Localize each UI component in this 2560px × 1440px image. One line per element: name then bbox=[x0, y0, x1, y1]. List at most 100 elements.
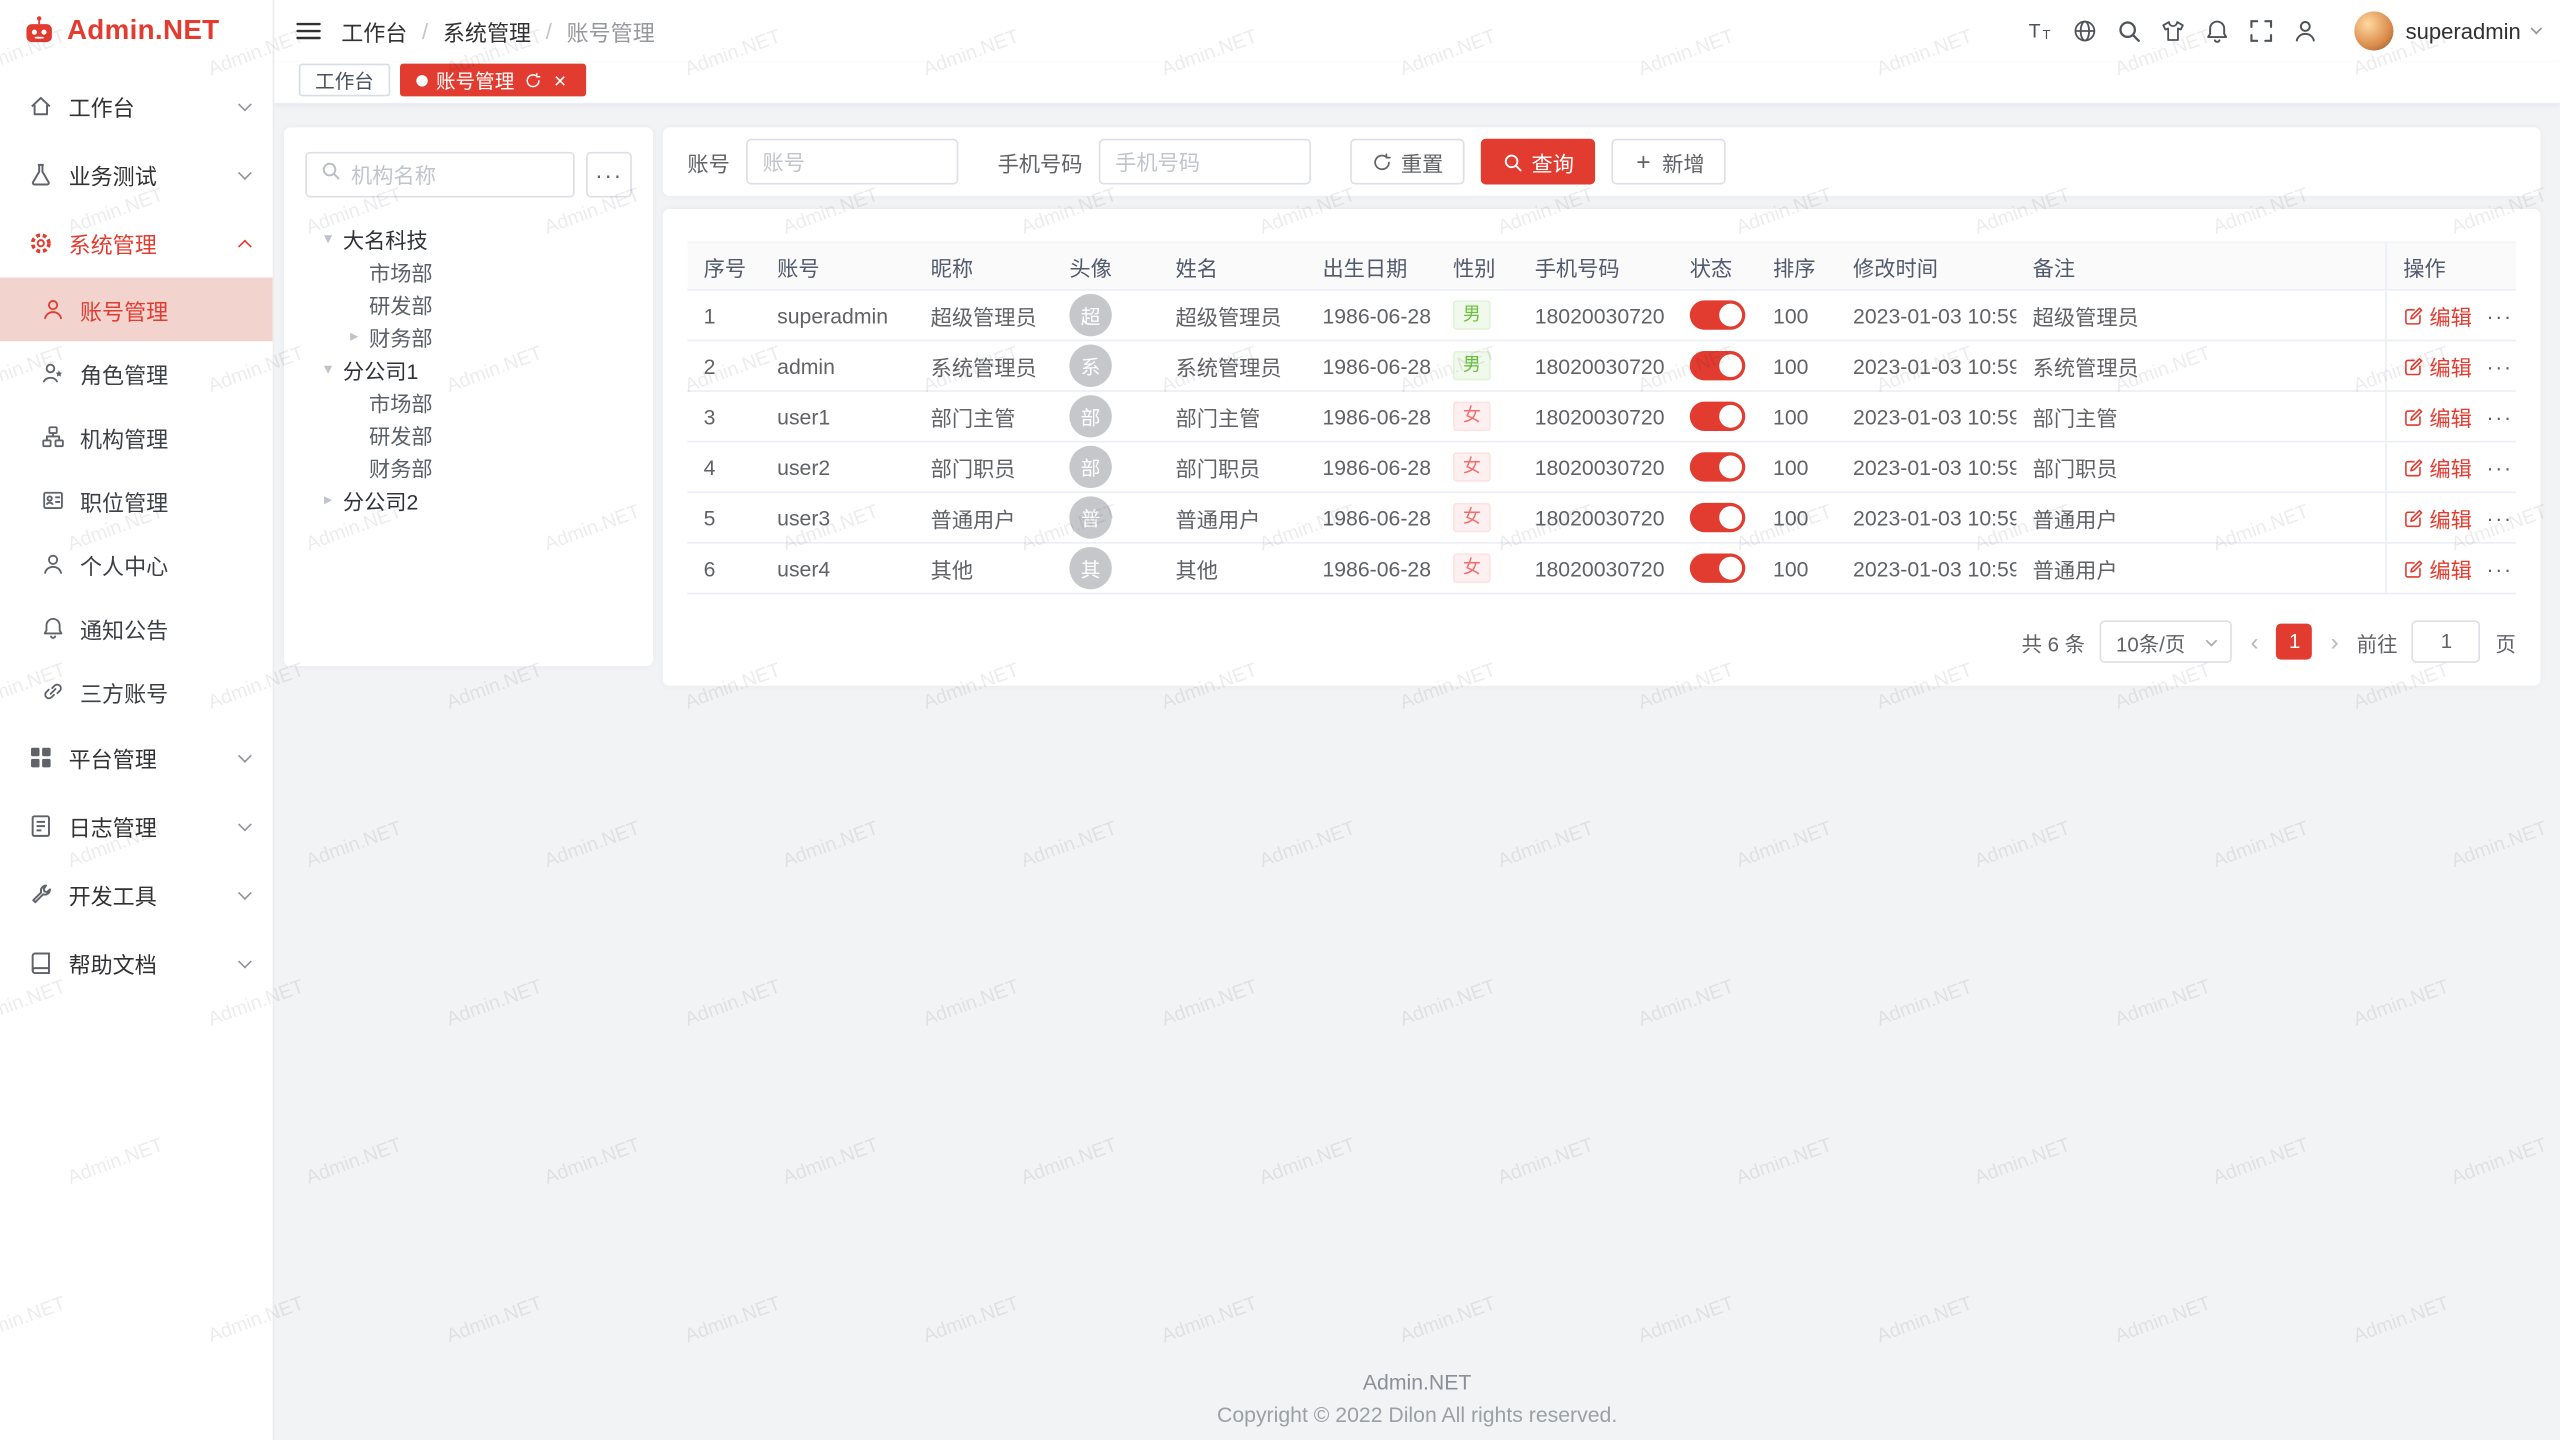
edit-button[interactable]: 编辑 bbox=[2403, 502, 2472, 533]
notification-icon[interactable] bbox=[2197, 10, 2239, 52]
sidebar-subitem-label: 三方账号 bbox=[80, 675, 250, 708]
tree-node[interactable]: ▾分公司1 bbox=[305, 353, 632, 386]
current-page[interactable]: 1 bbox=[2277, 624, 2313, 660]
edit-button[interactable]: 编辑 bbox=[2403, 451, 2472, 482]
column-header: 账号 bbox=[761, 242, 914, 291]
tree-node[interactable]: ▸财务部 bbox=[305, 320, 632, 353]
add-button[interactable]: + 新增 bbox=[1612, 139, 1726, 185]
org-more-button[interactable]: ··· bbox=[586, 152, 632, 198]
goto-page-input[interactable] bbox=[2412, 620, 2481, 662]
font-size-icon[interactable]: TT bbox=[2020, 10, 2062, 52]
chevron-down-icon bbox=[2206, 634, 2218, 646]
sidebar-subitem-label: 账号管理 bbox=[80, 293, 250, 326]
refresh-icon[interactable] bbox=[522, 70, 542, 90]
cell-phone: 18020030720 bbox=[1518, 291, 1673, 342]
search-icon bbox=[320, 160, 341, 189]
user-menu[interactable]: superadmin bbox=[2355, 11, 2540, 50]
profile-icon[interactable] bbox=[2285, 10, 2327, 52]
cell-phone: 18020030720 bbox=[1518, 442, 1673, 493]
tree-node[interactable]: ▸分公司2 bbox=[305, 483, 632, 516]
tree-node[interactable]: 研发部 bbox=[305, 287, 632, 320]
reset-button[interactable]: 重置 bbox=[1350, 139, 1464, 185]
status-toggle[interactable] bbox=[1690, 452, 1746, 481]
total-count: 共 6 条 bbox=[2022, 626, 2086, 657]
tree-caret-icon[interactable]: ▾ bbox=[318, 229, 338, 247]
tool-icon bbox=[28, 882, 54, 908]
prev-page-button[interactable]: ‹ bbox=[2247, 629, 2262, 653]
sidebar-subitem[interactable]: 个人中心 bbox=[0, 532, 273, 596]
edit-button[interactable]: 编辑 bbox=[2403, 350, 2472, 381]
avatar: 其 bbox=[1069, 547, 1111, 589]
tree-node[interactable]: ▾大名科技 bbox=[305, 222, 632, 255]
close-icon[interactable]: × bbox=[550, 70, 570, 90]
content: ··· ▾大名科技市场部研发部▸财务部▾分公司1市场部研发部财务部▸分公司2 账… bbox=[274, 104, 2560, 1440]
cell-remark: 部门职员 bbox=[2016, 442, 2385, 493]
search-icon[interactable] bbox=[2108, 10, 2150, 52]
tree-node[interactable]: 市场部 bbox=[305, 255, 632, 288]
row-more-icon[interactable]: ··· bbox=[2487, 455, 2513, 479]
edit-label: 编辑 bbox=[2429, 350, 2471, 381]
row-more-icon[interactable]: ··· bbox=[2487, 556, 2513, 580]
row-more-icon[interactable]: ··· bbox=[2487, 404, 2513, 428]
status-toggle[interactable] bbox=[1690, 503, 1746, 532]
sidebar-subitem[interactable]: 角色管理 bbox=[0, 341, 273, 405]
cell-gender: 女 bbox=[1437, 544, 1519, 595]
status-toggle[interactable] bbox=[1690, 351, 1746, 380]
theme-icon[interactable] bbox=[2153, 10, 2195, 52]
breadcrumb-item[interactable]: 系统管理 bbox=[443, 15, 531, 48]
breadcrumb-item[interactable]: 工作台 bbox=[341, 15, 407, 48]
pagination: 共 6 条 10条/页 ‹ 1 › 前往 页 bbox=[687, 620, 2516, 662]
sidebar-subitem[interactable]: 职位管理 bbox=[0, 469, 273, 533]
edit-button[interactable]: 编辑 bbox=[2403, 300, 2472, 331]
hamburger-icon[interactable] bbox=[291, 10, 327, 52]
tree-node[interactable]: 市场部 bbox=[305, 385, 632, 418]
cell-avatar: 系 bbox=[1053, 341, 1159, 392]
gender-badge: 女 bbox=[1453, 452, 1491, 481]
cell-name: 部门职员 bbox=[1159, 442, 1306, 493]
tree-node[interactable]: 研发部 bbox=[305, 418, 632, 451]
query-button[interactable]: 查询 bbox=[1481, 139, 1595, 185]
tab[interactable]: 账号管理× bbox=[400, 64, 586, 97]
sidebar-subitem[interactable]: 账号管理 bbox=[0, 278, 273, 342]
sidebar-subitem[interactable]: 三方账号 bbox=[0, 660, 273, 724]
org-search-input[interactable] bbox=[351, 162, 560, 186]
account-input[interactable] bbox=[746, 139, 958, 185]
chevron-down-icon bbox=[238, 817, 252, 831]
sidebar-item[interactable]: 平台管理 bbox=[0, 723, 273, 792]
status-toggle[interactable] bbox=[1690, 402, 1746, 431]
cell-birthdate: 1986-06-28 bbox=[1306, 544, 1437, 595]
sidebar-item[interactable]: 系统管理 bbox=[0, 209, 273, 278]
row-more-icon[interactable]: ··· bbox=[2487, 353, 2513, 377]
cell-phone: 18020030720 bbox=[1518, 544, 1673, 595]
sidebar-item[interactable]: 业务测试 bbox=[0, 140, 273, 209]
page-size-select[interactable]: 10条/页 bbox=[2100, 620, 2233, 662]
tree-caret-icon[interactable]: ▸ bbox=[344, 327, 364, 345]
language-icon[interactable] bbox=[2064, 10, 2106, 52]
cell-order: 100 bbox=[1757, 392, 1837, 443]
edit-button[interactable]: 编辑 bbox=[2403, 553, 2472, 584]
cell-nickname: 部门主管 bbox=[914, 392, 1053, 443]
row-more-icon[interactable]: ··· bbox=[2487, 505, 2513, 529]
status-toggle[interactable] bbox=[1690, 300, 1746, 329]
sidebar-item[interactable]: 日志管理 bbox=[0, 792, 273, 861]
sidebar-item[interactable]: 开发工具 bbox=[0, 860, 273, 929]
fullscreen-icon[interactable] bbox=[2241, 10, 2283, 52]
tree-node[interactable]: 财务部 bbox=[305, 451, 632, 484]
avatar: 普 bbox=[1069, 496, 1111, 538]
next-page-button[interactable]: › bbox=[2327, 629, 2342, 653]
sidebar-subitem[interactable]: 机构管理 bbox=[0, 405, 273, 469]
tree-caret-icon[interactable]: ▸ bbox=[318, 491, 338, 509]
edit-button[interactable]: 编辑 bbox=[2403, 401, 2472, 432]
sidebar-item-label: 日志管理 bbox=[69, 810, 226, 843]
cell-birthdate: 1986-06-28 bbox=[1306, 442, 1437, 493]
tree-caret-icon[interactable]: ▾ bbox=[318, 360, 338, 378]
users-table: 序号账号昵称头像姓名出生日期性别手机号码状态排序修改时间备注操作 1supera… bbox=[687, 242, 2516, 595]
tab[interactable]: 工作台 bbox=[299, 64, 390, 97]
sidebar-subitem[interactable]: 通知公告 bbox=[0, 596, 273, 660]
org-search-row: ··· bbox=[305, 152, 632, 198]
status-toggle[interactable] bbox=[1690, 553, 1746, 582]
row-more-icon[interactable]: ··· bbox=[2487, 303, 2513, 327]
phone-input[interactable] bbox=[1099, 139, 1311, 185]
sidebar-item[interactable]: 帮助文档 bbox=[0, 929, 273, 998]
sidebar-item[interactable]: 工作台 bbox=[0, 72, 273, 141]
